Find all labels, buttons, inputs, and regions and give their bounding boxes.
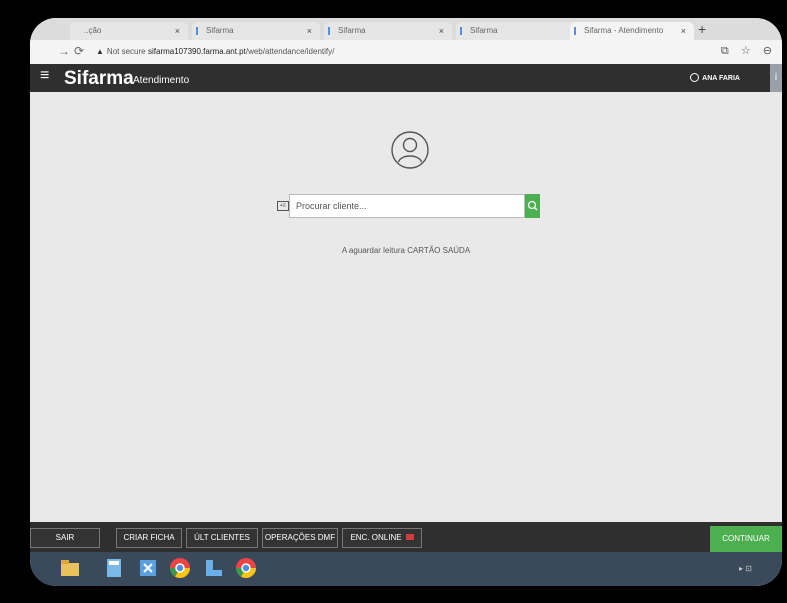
search-button[interactable] bbox=[525, 194, 540, 218]
browser-tab-strip: ..ção × Sifarma × Sifarma × Sifarma × Si… bbox=[30, 18, 782, 40]
sifarma-favicon-icon bbox=[574, 27, 582, 35]
tab-label: Sifarma - Atendimento bbox=[584, 26, 664, 35]
tab-close-icon[interactable]: × bbox=[439, 22, 444, 40]
info-icon[interactable]: i bbox=[770, 64, 782, 92]
sifarma-favicon-icon bbox=[460, 27, 468, 35]
security-label: Not secure bbox=[106, 47, 146, 56]
url-path: /web/attendance/identify/ bbox=[245, 47, 335, 56]
search-input[interactable] bbox=[289, 194, 525, 218]
create-record-button[interactable]: CRIAR FICHA bbox=[116, 528, 182, 548]
app-header: ≡ Sifarma Atendimento ANA FARIA i bbox=[30, 64, 782, 92]
url-host: sifarma107390.farma.ant.pt bbox=[148, 47, 246, 56]
address-bar-actions: ⧉ ☆ ⊖ bbox=[712, 44, 772, 58]
bottom-toolbar: SAIR CRIAR FICHA ÚLT CLIENTES OPERAÇÕES … bbox=[30, 522, 782, 552]
tab-active[interactable]: Sifarma - Atendimento × bbox=[570, 22, 694, 40]
url-field[interactable]: sifarma107390.farma.ant.pt/web/attendanc… bbox=[148, 47, 334, 56]
tab-close-icon[interactable]: × bbox=[307, 22, 312, 40]
chrome-icon[interactable] bbox=[234, 556, 258, 580]
user-name: ANA FARIA bbox=[702, 75, 740, 82]
avatar-icon bbox=[391, 131, 429, 169]
profile-icon[interactable]: ⊖ bbox=[763, 45, 772, 57]
id-card-icon[interactable]: ▪≡ bbox=[277, 201, 289, 211]
tab-3[interactable]: Sifarma × bbox=[324, 22, 452, 40]
brand-logo: Sifarma bbox=[64, 68, 134, 89]
menu-icon[interactable]: ≡ bbox=[40, 67, 49, 85]
tab-label: ..ção bbox=[84, 26, 102, 35]
online-orders-button[interactable]: ENC. ONLINE bbox=[342, 528, 422, 548]
star-icon[interactable]: ☆ bbox=[741, 45, 751, 57]
last-clients-button[interactable]: ÚLT CLIENTES bbox=[186, 528, 258, 548]
tab-label: Sifarma bbox=[470, 26, 498, 35]
security-indicator[interactable]: ▲ Not secure bbox=[96, 47, 146, 56]
chrome-icon[interactable] bbox=[168, 556, 192, 580]
app-icon[interactable] bbox=[202, 556, 226, 580]
screen: ..ção × Sifarma × Sifarma × Sifarma × Si… bbox=[30, 18, 782, 586]
tab-close-icon[interactable]: × bbox=[681, 22, 686, 40]
file-explorer-icon[interactable] bbox=[58, 556, 82, 580]
warning-icon: ▲ bbox=[96, 47, 104, 56]
tab-label: Sifarma bbox=[206, 26, 234, 35]
calculator-icon[interactable] bbox=[102, 556, 126, 580]
system-tray[interactable]: ▸ ⊡ bbox=[739, 564, 752, 573]
notification-badge bbox=[405, 534, 414, 540]
tab-1[interactable]: ..ção × bbox=[70, 22, 188, 40]
address-bar: → ⟳ ▲ Not secure sifarma107390.farma.ant.… bbox=[30, 40, 782, 65]
dmf-operations-button[interactable]: OPERAÇÕES DMF bbox=[262, 528, 338, 548]
module-title: Atendimento bbox=[133, 75, 190, 86]
user-menu[interactable]: ANA FARIA bbox=[690, 73, 740, 82]
sifarma-favicon-icon bbox=[328, 27, 336, 35]
exit-button[interactable]: SAIR bbox=[30, 528, 100, 548]
card-reader-status: A aguardar leitura CARTÃO SAÚDA bbox=[341, 246, 471, 255]
tab-4[interactable]: Sifarma × bbox=[456, 22, 584, 40]
sifarma-favicon-icon bbox=[196, 27, 204, 35]
client-search: ▪≡ bbox=[277, 194, 540, 218]
forward-icon[interactable]: → bbox=[58, 44, 70, 58]
tab-label: Sifarma bbox=[338, 26, 366, 35]
reload-icon[interactable]: ⟳ bbox=[74, 44, 84, 58]
tab-2[interactable]: Sifarma × bbox=[192, 22, 320, 40]
continue-button[interactable]: CONTINUAR bbox=[710, 526, 782, 552]
excel-icon[interactable] bbox=[136, 556, 160, 580]
tab-close-icon[interactable]: × bbox=[175, 22, 180, 40]
online-orders-label: ENC. ONLINE bbox=[350, 533, 402, 542]
translate-icon[interactable]: ⧉ bbox=[721, 45, 729, 57]
user-icon bbox=[690, 73, 700, 82]
search-icon bbox=[527, 200, 538, 211]
os-taskbar: ▸ ⊡ bbox=[30, 552, 782, 586]
new-tab-button[interactable]: + bbox=[698, 21, 706, 37]
